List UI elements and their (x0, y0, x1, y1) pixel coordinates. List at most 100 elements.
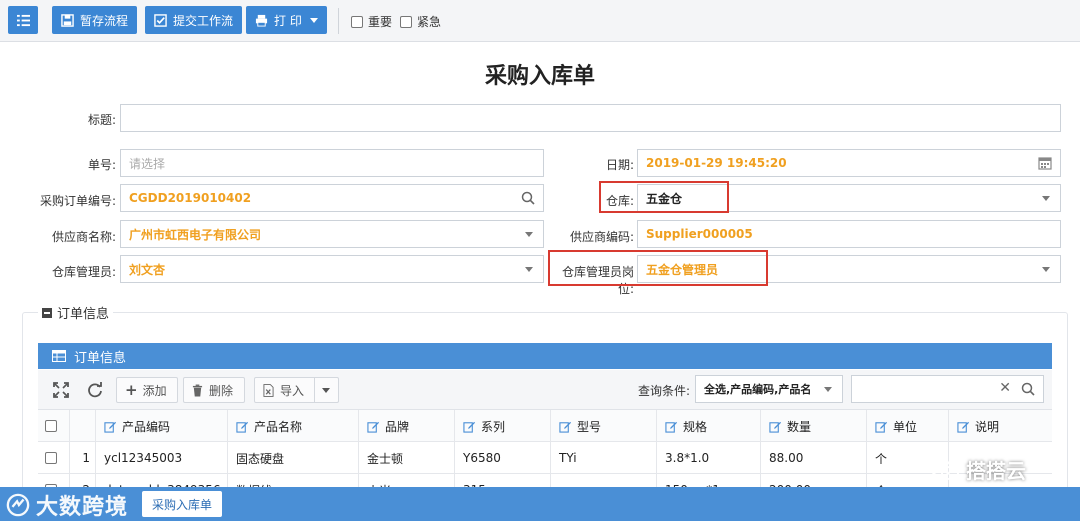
order-legend-label: 订单信息 (57, 307, 110, 322)
supplier-code-value: Supplier000005 (646, 227, 753, 241)
fullscreen-icon[interactable] (52, 381, 70, 399)
clear-icon[interactable]: ✕ (999, 380, 1011, 396)
calendar-icon[interactable] (1038, 156, 1052, 170)
column-header-label: 数量 (787, 419, 812, 434)
date-input[interactable]: 2019-01-29 19:45:20 (637, 149, 1061, 177)
edit-icon (875, 421, 888, 433)
row-checkbox[interactable] (45, 452, 57, 464)
column-header[interactable]: 系列 (455, 410, 551, 442)
import-dropdown[interactable] (314, 378, 336, 402)
po-number-value: CGDD2019010402 (129, 191, 252, 205)
watermark-right: 搭搭云 (930, 455, 1026, 484)
cell-brand[interactable]: 金士顿 (359, 442, 455, 474)
cell-product-name[interactable]: 固态硬盘 (228, 442, 359, 474)
date-label: 日期: (605, 158, 634, 172)
submit-workflow-label: 提交工作流 (173, 13, 234, 28)
add-label: 添加 (142, 383, 167, 398)
toolbar-divider (338, 8, 339, 34)
column-header-label: 型号 (577, 419, 602, 434)
edit-icon (463, 421, 476, 433)
chevron-down-icon (525, 232, 533, 237)
urgent-checkbox[interactable]: 紧急 (400, 13, 441, 30)
date-value: 2019-01-29 19:45:20 (646, 156, 787, 170)
search-icon[interactable] (1021, 382, 1035, 396)
cell-model[interactable]: TYi (551, 442, 657, 474)
plus-icon: + (125, 381, 138, 399)
watermark-left: 大数跨境 (6, 489, 128, 521)
save-icon (61, 13, 74, 27)
row-index: 1 (70, 442, 96, 474)
column-header[interactable]: 说明 (949, 410, 1052, 442)
form-title: 采购入库单 (484, 64, 595, 89)
row-select-cell (38, 442, 70, 474)
select-all-cell (38, 410, 70, 442)
column-header-label: 产品编码 (122, 419, 171, 434)
edit-icon (559, 421, 572, 433)
tab-purchase-receipt[interactable]: 采购入库单 (142, 491, 223, 517)
supplier-name-value: 广州市虹西电子有限公司 (129, 227, 262, 242)
subject-label: 标题: (87, 113, 116, 127)
column-header[interactable]: 型号 (551, 410, 657, 442)
tab-purchase-receipt-label: 采购入库单 (152, 497, 213, 512)
order-panel-title: 订单信息 (74, 350, 127, 366)
column-header[interactable]: 品牌 (359, 410, 455, 442)
edit-icon (367, 421, 380, 433)
add-row-button[interactable]: + 添加 (116, 377, 178, 403)
wechat-icon (930, 458, 959, 480)
checkbox-box[interactable] (400, 15, 412, 28)
table-row[interactable]: 1 ycl12345003 固态硬盘 金士顿 Y6580 TYi 3.8*1.0… (38, 442, 1052, 474)
supplier-name-label: 供应商名称: (51, 230, 116, 244)
column-header[interactable]: 产品编码 (96, 410, 228, 442)
column-header[interactable]: 产品名称 (228, 410, 359, 442)
order-legend[interactable]: 订单信息 (38, 303, 114, 322)
table-icon (52, 350, 66, 362)
keeper-post-highlight (548, 250, 768, 286)
printer-icon (255, 14, 268, 27)
number-label: 单号: (87, 158, 116, 172)
cell-series[interactable]: Y6580 (455, 442, 551, 474)
select-all-checkbox[interactable] (45, 420, 57, 432)
import-button[interactable]: 导入 (254, 377, 339, 403)
po-number-label: 采购订单编号: (39, 194, 116, 208)
submit-workflow-button[interactable]: 提交工作流 (145, 6, 243, 34)
refresh-icon[interactable] (86, 381, 104, 399)
search-icon[interactable] (521, 191, 535, 205)
import-label: 导入 (280, 383, 305, 398)
column-header[interactable]: 规格 (657, 410, 761, 442)
logo-icon (6, 493, 30, 517)
checkbox-box[interactable] (351, 15, 363, 28)
warehouse-keeper-select[interactable]: 刘文杏 (120, 255, 544, 283)
column-header-label: 品牌 (385, 419, 410, 434)
cell-spec[interactable]: 3.8*1.0 (657, 442, 761, 474)
order-panel-header: 订单信息 (38, 343, 1052, 369)
column-header[interactable]: 数量 (761, 410, 867, 442)
edit-icon (104, 421, 117, 433)
column-header-label: 系列 (481, 419, 506, 434)
query-condition-value: 全选,产品编码,产品名 (704, 383, 812, 396)
column-header[interactable]: 单位 (867, 410, 949, 442)
chevron-down-icon (309, 17, 318, 23)
checkbox-edit-icon (154, 13, 167, 27)
supplier-code-input[interactable]: Supplier000005 (637, 220, 1061, 248)
subject-input[interactable] (120, 104, 1061, 132)
collapse-icon[interactable] (42, 307, 52, 318)
delete-row-button[interactable]: 删除 (183, 377, 245, 403)
save-draft-button[interactable]: 暂存流程 (52, 6, 138, 34)
grid-search-input[interactable]: ✕ (851, 375, 1044, 403)
query-condition-select[interactable]: 全选,产品编码,产品名 (695, 375, 843, 403)
top-toolbar: 暂存流程 提交工作流 打 印 重要 紧急 (0, 0, 1080, 42)
print-button[interactable]: 打 印 (246, 6, 327, 34)
edit-icon (769, 421, 782, 433)
chevron-down-icon (525, 267, 533, 272)
edit-icon (957, 421, 970, 433)
menu-list-button[interactable] (8, 6, 38, 34)
supplier-name-select[interactable]: 广州市虹西电子有限公司 (120, 220, 544, 248)
number-input[interactable]: 请选择 (120, 149, 544, 177)
cell-product-code[interactable]: ycl12345003 (96, 442, 228, 474)
important-checkbox[interactable]: 重要 (351, 13, 392, 30)
cell-quantity[interactable]: 88.00 (761, 442, 867, 474)
po-number-input[interactable]: CGDD2019010402 (120, 184, 544, 212)
edit-icon (665, 421, 678, 433)
column-header-label: 产品名称 (254, 419, 303, 434)
list-icon (16, 14, 30, 26)
